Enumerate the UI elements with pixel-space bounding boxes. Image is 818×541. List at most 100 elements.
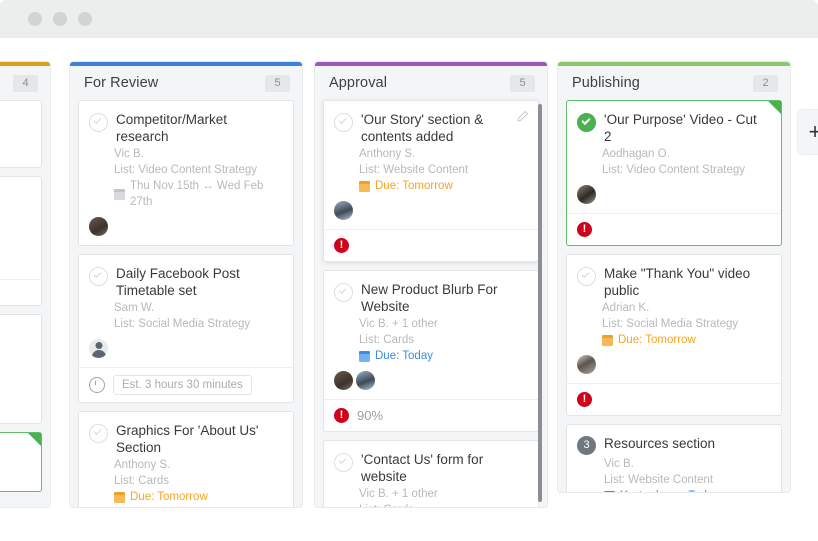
column-approval[interactable]: Approval 5 'Our Story' section & content… [315, 62, 547, 507]
clock-icon [89, 377, 105, 393]
card-list-name: List: Cards [359, 332, 528, 348]
card-due-date: Due: Tomorrow [602, 332, 771, 348]
card-date-text: Due: Tomorrow [375, 178, 453, 194]
column-title: Approval [329, 75, 510, 91]
complete-checkbox-icon[interactable] [89, 424, 108, 443]
add-list-button[interactable]: + [798, 110, 818, 154]
avatar[interactable] [89, 217, 108, 236]
column-card-count: 5 [265, 75, 290, 92]
card-avatars [89, 210, 283, 245]
complete-checkbox-icon[interactable] [577, 267, 596, 286]
alert-icon[interactable] [334, 238, 349, 253]
card[interactable] [0, 176, 42, 306]
card-header: 'Our Purpose' Video - Cut 2 [577, 111, 771, 145]
card-footer [567, 383, 781, 415]
card-title: 'Our Purpose' Video - Cut 2 [604, 111, 771, 145]
card-progress-percent: 90% [357, 408, 383, 423]
completed-corner-icon [768, 101, 781, 114]
avatar[interactable] [356, 371, 375, 390]
column-card-list: Competitor/Market research Vic B. List: … [70, 100, 302, 507]
minimize-dot[interactable] [53, 12, 67, 26]
column-header: 4 [0, 66, 50, 100]
card-assignee: Anthony S. [114, 457, 283, 473]
card-avatars [577, 348, 771, 383]
column-publishing[interactable]: Publishing 2 'Our Purpose' Video - Cut 2… [558, 62, 790, 492]
card[interactable]: 'Our Story' section & contents added Ant… [323, 100, 539, 262]
calendar-icon [602, 335, 613, 346]
app-window: 4 s inhen For Review 5 [0, 0, 818, 541]
card-list-name: List: Cards [114, 473, 283, 489]
card[interactable]: 'Contact Us' form for website Vic B. + 1… [323, 440, 539, 507]
maximize-dot[interactable] [78, 12, 92, 26]
alert-icon[interactable] [577, 392, 592, 407]
card[interactable]: 'Our Purpose' Video - Cut 2 Aodhagan O. … [566, 100, 782, 246]
card[interactable]: Make "Thank You" video public Adrian K. … [566, 254, 782, 416]
card-date-text: Yesterday ↔ Today [620, 488, 719, 492]
card-estimate[interactable]: Est. 3 hours 30 minutes [113, 375, 252, 395]
card-list-name: List: Cards [359, 502, 528, 507]
avatar[interactable] [334, 371, 353, 390]
card[interactable]: Daily Facebook Post Timetable set Sam W.… [78, 254, 294, 403]
card-footer [0, 279, 41, 311]
card-title: Graphics For 'About Us' Section [116, 422, 283, 456]
card-list-name: List: Video Content Strategy [602, 162, 771, 178]
calendar-icon [359, 351, 370, 362]
avatar[interactable] [89, 339, 108, 358]
alert-icon[interactable] [334, 408, 349, 423]
card-header: Competitor/Market research [89, 111, 283, 145]
card-avatars [577, 178, 771, 213]
card-list-name: List: Video Content Strategy [114, 162, 283, 178]
card-header: Graphics For 'About Us' Section [89, 422, 283, 456]
card[interactable]: 3 Resources section Vic B. List: Website… [566, 424, 782, 492]
avatar[interactable] [577, 355, 596, 374]
complete-checkbox-icon[interactable] [89, 267, 108, 286]
card[interactable]: Graphics For 'About Us' Section Anthony … [78, 411, 294, 507]
column-card-list: 'Our Story' section & contents added Ant… [315, 100, 547, 507]
card-title: s inhen [0, 443, 31, 477]
card[interactable]: Competitor/Market research Vic B. List: … [78, 100, 294, 246]
plus-icon: + [809, 121, 818, 143]
column-card-list: 'Our Purpose' Video - Cut 2 Aodhagan O. … [558, 100, 790, 492]
complete-checkbox-icon[interactable] [334, 283, 353, 302]
calendar-icon [114, 189, 125, 200]
card[interactable] [0, 100, 42, 168]
card-header: 'Our Story' section & contents added [334, 111, 528, 145]
card-assignee: Vic B. [114, 146, 283, 162]
complete-checkbox-icon[interactable] [334, 453, 353, 472]
card-title: Resources section [604, 435, 719, 452]
card-title: Daily Facebook Post Timetable set [116, 265, 283, 299]
avatar[interactable] [334, 201, 353, 220]
card-title: Competitor/Market research [116, 111, 283, 145]
card-avatars [334, 194, 528, 229]
card[interactable] [0, 314, 42, 424]
card-avatars [89, 505, 283, 507]
column-for-review[interactable]: For Review 5 Competitor/Market research … [70, 62, 302, 507]
card-header: 3 Resources section [577, 435, 771, 455]
column-title: For Review [84, 75, 265, 91]
card-title: Make "Thank You" video public [604, 265, 771, 299]
complete-checkbox-icon[interactable] [89, 113, 108, 132]
completed-corner-icon [28, 433, 41, 446]
alert-icon[interactable] [577, 222, 592, 237]
card-assignee: Anthony S. [359, 146, 528, 162]
card-header: 'Contact Us' form for website [334, 451, 528, 485]
calendar-icon [604, 491, 615, 493]
card-avatars [89, 332, 283, 367]
card-footer [567, 213, 781, 245]
window-titlebar [0, 0, 818, 38]
complete-checkbox-icon[interactable] [334, 113, 353, 132]
card-date-text: Due: Today [375, 348, 433, 364]
column-card-count: 4 [13, 75, 38, 92]
card-footer [324, 229, 538, 261]
card-footer: 90% [324, 399, 538, 431]
card[interactable]: s inhen [0, 432, 42, 492]
column-scrollbar[interactable] [538, 104, 542, 502]
close-dot[interactable] [28, 12, 42, 26]
card-date-range: Thu Nov 15th ↔ Wed Feb 27th [114, 178, 283, 210]
avatar[interactable] [577, 185, 596, 204]
column-partial-left[interactable]: 4 s inhen [0, 62, 50, 507]
complete-checkbox-icon[interactable] [577, 113, 596, 132]
edit-pencil-icon[interactable] [516, 110, 529, 123]
card-date-range: Yesterday ↔ Today [604, 488, 771, 492]
card[interactable]: New Product Blurb For Website Vic B. + 1… [323, 270, 539, 432]
